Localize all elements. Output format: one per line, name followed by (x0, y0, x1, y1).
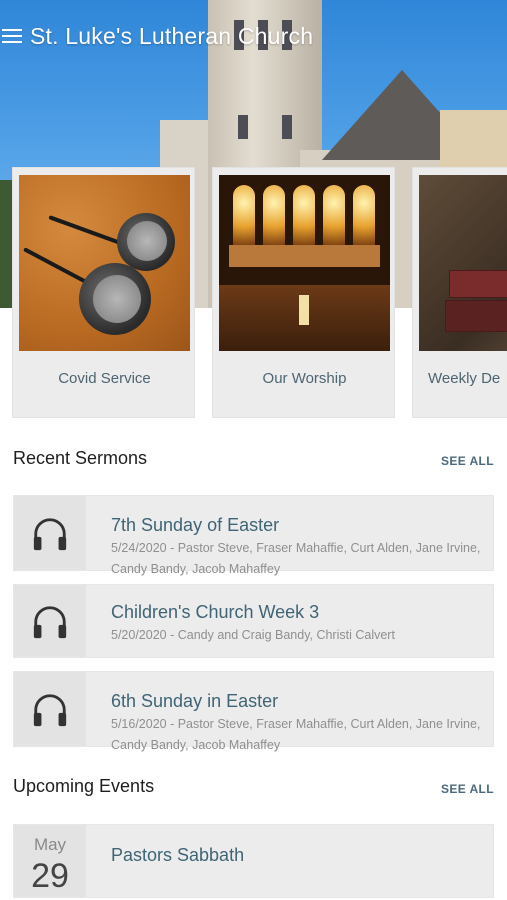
sermon-item[interactable]: 7th Sunday of Easter 5/24/2020 - Pastor … (13, 495, 494, 576)
event-month: May (33, 835, 67, 854)
sermon-title: 6th Sunday in Easter (111, 691, 279, 711)
hamburger-menu-icon[interactable] (2, 29, 22, 43)
top-bar: St. Luke's Lutheran Church (0, 18, 313, 54)
card-label: Covid Service (58, 370, 151, 387)
earbuds-image (19, 175, 190, 351)
headphones-icon (33, 694, 67, 727)
event-day: 29 (31, 857, 69, 895)
sermon-item[interactable]: Children's Church Week 3 5/20/2020 - Can… (13, 584, 494, 658)
sermon-title: Children's Church Week 3 (111, 602, 320, 622)
card-label: Weekly De (428, 370, 501, 387)
featured-cards-carousel[interactable]: Covid Service Our Worship Weekly De (12, 167, 507, 418)
sermon-title: 7th Sunday of Easter (111, 515, 280, 535)
card-our-worship[interactable]: Our Worship (212, 167, 395, 418)
event-date-box: May 29 (14, 825, 86, 897)
upcoming-events-see-all-link[interactable]: SEE ALL (441, 782, 494, 796)
recent-sermons-heading: Recent Sermons (13, 448, 148, 468)
event-title: Pastors Sabbath (111, 845, 245, 865)
event-item[interactable]: May 29 Pastors Sabbath (13, 824, 494, 898)
sermon-item[interactable]: 6th Sunday in Easter 5/16/2020 - Pastor … (13, 671, 494, 752)
recent-sermons-see-all-link[interactable]: SEE ALL (441, 454, 494, 468)
books-image (419, 175, 507, 351)
headphones-icon (33, 518, 67, 551)
sermon-icon-box (14, 672, 86, 746)
card-weekly[interactable]: Weekly De (412, 167, 507, 418)
card-label: Our Worship (262, 370, 347, 387)
sermon-icon-box (14, 496, 86, 570)
card-covid-service[interactable]: Covid Service (12, 167, 195, 418)
last-supper-altar-image (219, 175, 390, 351)
sermon-icon-box (14, 585, 86, 657)
headphones-icon (33, 606, 67, 639)
sermon-meta: 5/16/2020 - Pastor Steve, Fraser Mahaffi… (111, 717, 481, 752)
upcoming-events-heading: Upcoming Events (13, 776, 155, 796)
sermon-meta: 5/24/2020 - Pastor Steve, Fraser Mahaffi… (111, 541, 481, 576)
app-title: St. Luke's Lutheran Church (30, 22, 314, 49)
sermon-meta: 5/20/2020 - Candy and Craig Bandy, Chris… (111, 628, 395, 642)
